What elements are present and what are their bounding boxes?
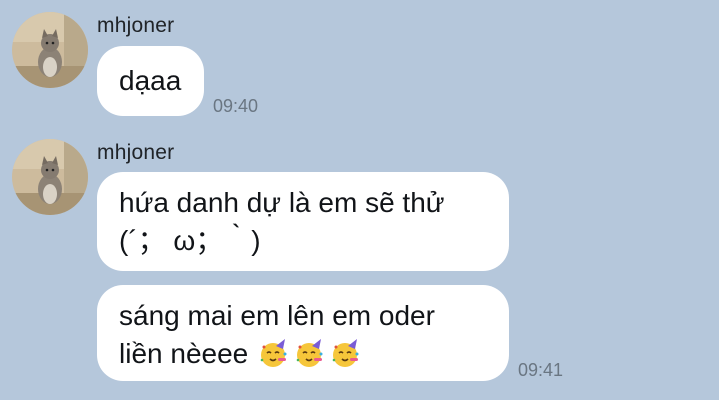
sender-name: mhjoner [97, 14, 175, 37]
sender-name: mhjoner [97, 141, 175, 164]
message-bubble[interactable]: sáng mai em lên em oder liền nèeee [97, 285, 509, 381]
partying-face-icon [294, 338, 324, 378]
partying-face-icon [330, 338, 360, 378]
message-text: hứa danh dự là em sẽ thử [119, 187, 445, 218]
sender-avatar[interactable] [12, 12, 88, 88]
message-text: sáng mai em lên em oder [119, 300, 435, 331]
message-timestamp: 09:40 [213, 96, 259, 116]
message-text: (´； ω；｀) [119, 225, 261, 256]
message-text: dạaa [119, 65, 182, 96]
cat-avatar-icon [12, 139, 88, 215]
message-timestamp: 09:41 [518, 360, 564, 380]
cat-avatar-icon [12, 12, 88, 88]
sender-avatar[interactable] [12, 139, 88, 215]
partying-face-icon [258, 338, 288, 378]
message-text-with-emoji: liền nèeee [119, 335, 487, 378]
message-bubble[interactable]: hứa danh dự là em sẽ thử (´； ω；｀) [97, 172, 509, 271]
message-text: liền nèeee [119, 338, 249, 369]
message-bubble[interactable]: dạaa [97, 46, 204, 116]
